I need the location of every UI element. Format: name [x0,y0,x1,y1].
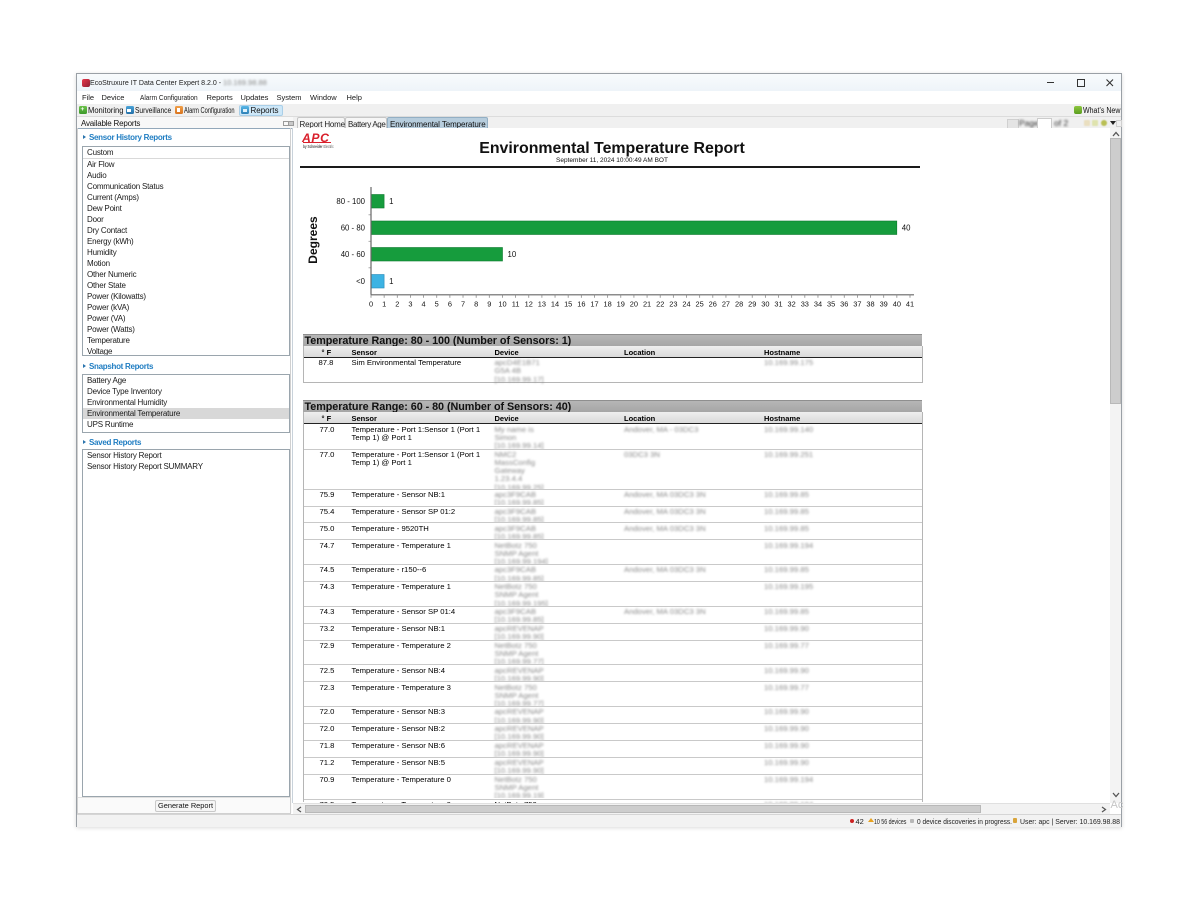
svg-text:27: 27 [722,299,730,308]
svg-text:14: 14 [551,299,559,308]
svg-text:33: 33 [801,299,809,308]
svg-text:38: 38 [866,299,874,308]
svg-text:35: 35 [827,299,835,308]
svg-text:3: 3 [408,299,412,308]
svg-text:39: 39 [880,299,888,308]
svg-text:1: 1 [389,197,393,206]
svg-text:15: 15 [564,299,572,308]
svg-text:8: 8 [474,299,478,308]
svg-text:1: 1 [382,299,386,308]
svg-text:60 - 80: 60 - 80 [341,223,366,232]
svg-text:2: 2 [395,299,399,308]
svg-text:10: 10 [498,299,506,308]
svg-text:Degrees: Degrees [306,216,320,264]
svg-text:4: 4 [422,299,426,308]
svg-text:20: 20 [630,299,638,308]
svg-text:11: 11 [512,299,520,308]
svg-text:26: 26 [709,299,717,308]
svg-text:37: 37 [853,299,861,308]
svg-text:36: 36 [840,299,848,308]
svg-text:7: 7 [461,299,465,308]
svg-text:10: 10 [508,250,517,259]
svg-text:40 - 60: 40 - 60 [341,250,366,259]
svg-text:5: 5 [435,299,439,308]
svg-text:22: 22 [656,299,664,308]
svg-text:16: 16 [577,299,585,308]
svg-text:28: 28 [735,299,743,308]
svg-text:1: 1 [389,277,393,286]
svg-text:24: 24 [682,299,690,308]
svg-text:18: 18 [604,299,612,308]
svg-text:34: 34 [814,299,822,308]
svg-text:21: 21 [643,299,651,308]
svg-text:25: 25 [696,299,704,308]
svg-text:9: 9 [487,299,491,308]
svg-text:12: 12 [525,299,533,308]
svg-text:<0: <0 [356,277,366,286]
svg-text:41: 41 [906,299,914,308]
svg-text:40: 40 [893,299,901,308]
svg-text:23: 23 [669,299,677,308]
svg-text:17: 17 [590,299,598,308]
svg-text:32: 32 [788,299,796,308]
svg-text:80 - 100: 80 - 100 [336,197,365,206]
svg-text:6: 6 [448,299,452,308]
svg-text:19: 19 [617,299,625,308]
svg-text:40: 40 [902,223,911,232]
svg-text:13: 13 [538,299,546,308]
svg-text:0: 0 [369,299,373,308]
svg-text:29: 29 [748,299,756,308]
svg-text:30: 30 [761,299,769,308]
svg-text:31: 31 [774,299,782,308]
